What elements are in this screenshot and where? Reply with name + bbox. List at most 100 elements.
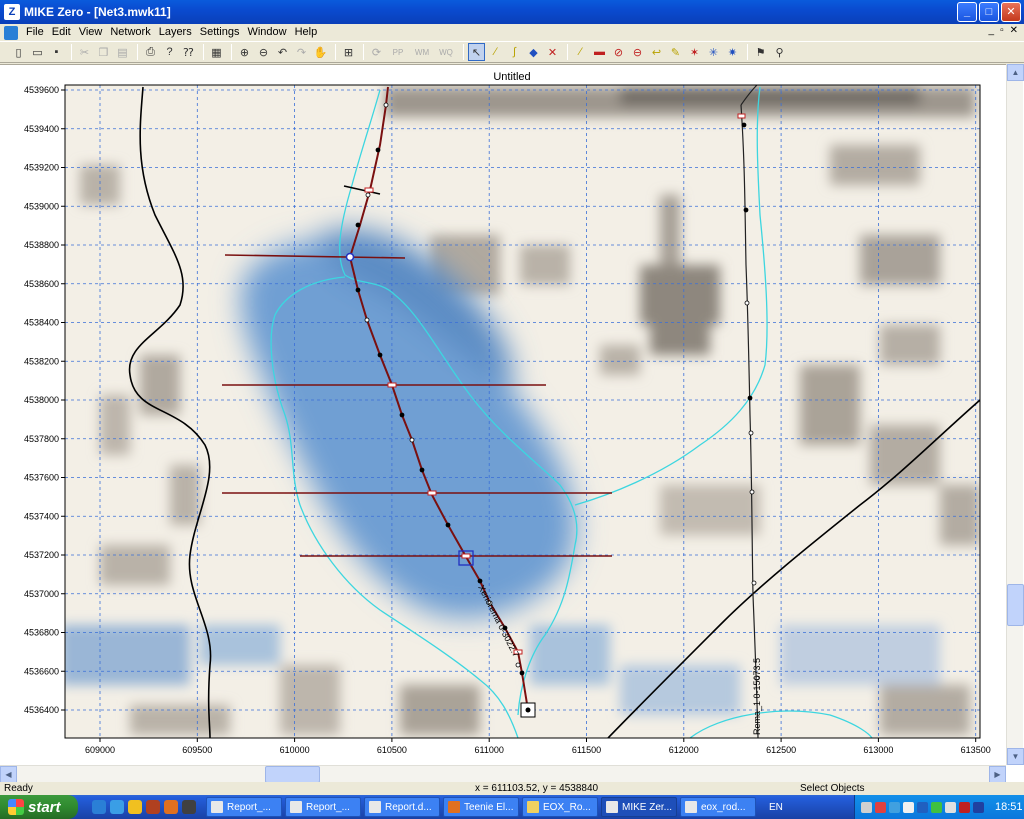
help-icon[interactable]: ? (161, 43, 178, 61)
copy-icon[interactable]: ❐ (95, 43, 112, 61)
menu-window[interactable]: Window (243, 24, 290, 41)
wq-button[interactable]: WQ (435, 43, 457, 61)
layers-icon[interactable]: ▦ (208, 43, 225, 61)
menu-layers[interactable]: Layers (155, 24, 196, 41)
y-axis-ticks: 4539600 4539400 4539200 4539000 4538800 45386… (24, 85, 65, 715)
tray-icon[interactable] (973, 801, 984, 813)
grid-icon[interactable]: ⊞ (340, 43, 357, 61)
link-icon[interactable]: ✎ (667, 43, 684, 61)
connect-branch-icon[interactable]: ∫ (506, 43, 523, 61)
language-indicator[interactable]: EN (769, 802, 783, 813)
horizontal-scroll-thumb[interactable] (265, 766, 320, 783)
tray-icon[interactable] (875, 801, 886, 813)
catchment-icon[interactable]: ✷ (724, 43, 741, 61)
pump-icon[interactable]: ✶ (686, 43, 703, 61)
vertical-scroll-thumb[interactable] (1007, 584, 1024, 626)
network-icon[interactable] (917, 801, 928, 813)
maximize-button[interactable]: □ (979, 2, 999, 22)
menu-help[interactable]: Help (291, 24, 322, 41)
y-tick-label: 4539000 (24, 201, 59, 211)
open-folder-icon[interactable]: ▭ (29, 43, 46, 61)
boundary-icon[interactable]: ↩ (648, 43, 665, 61)
scroll-left-icon[interactable]: ◀ (0, 766, 17, 783)
context-help-icon[interactable]: ⁇ (180, 43, 197, 61)
task-button[interactable]: Report.d... (364, 797, 440, 817)
save-icon[interactable]: ▪ (48, 43, 65, 61)
toolbar-separator (137, 44, 138, 60)
tray-icon[interactable] (903, 801, 914, 813)
toolbar-separator (463, 44, 464, 60)
split-branch-icon[interactable]: ◆ (525, 43, 542, 61)
task-button[interactable]: EOX_Ro... (522, 797, 598, 817)
scroll-down-icon[interactable]: ▼ (1007, 748, 1024, 765)
weir-icon[interactable]: ⊘ (610, 43, 627, 61)
quick-launch-icon[interactable] (182, 800, 196, 814)
print-icon[interactable]: ⎙ (142, 43, 159, 61)
task-button-active[interactable]: MIKE Zer... (601, 797, 677, 817)
task-button[interactable]: Teenie El... (443, 797, 519, 817)
toolbar-separator (363, 44, 364, 60)
quick-launch-icon[interactable] (128, 800, 142, 814)
tray-icon[interactable] (931, 801, 942, 813)
next-view-icon[interactable]: ↷ (293, 43, 310, 61)
binoculars-icon[interactable]: ⚲ (771, 43, 788, 61)
start-button[interactable]: start (0, 795, 78, 819)
tray-icon[interactable] (945, 801, 956, 813)
scroll-up-icon[interactable]: ▲ (1007, 64, 1024, 81)
structure-icon[interactable]: ▬ (591, 43, 608, 61)
toolbar-separator (567, 44, 568, 60)
cut-icon[interactable]: ✂ (76, 43, 93, 61)
title-bar[interactable]: Z MIKE Zero - [Net3.mwk11] _ □ ✕ (0, 0, 1024, 24)
calc-point (748, 430, 754, 436)
document-icon[interactable] (4, 25, 18, 40)
scroll-right-icon[interactable]: ▶ (989, 766, 1006, 783)
internet-explorer-icon[interactable] (110, 800, 124, 814)
culvert-icon[interactable]: ⊖ (629, 43, 646, 61)
tray-icon[interactable] (959, 801, 970, 813)
mdi-close-button[interactable]: ✕ (1010, 25, 1018, 36)
task-button[interactable]: Report_... (206, 797, 282, 817)
horizontal-scrollbar[interactable]: ◀ ▶ (0, 765, 1006, 783)
paste-icon[interactable]: ▤ (114, 43, 131, 61)
merge-branch-icon[interactable]: ✕ (544, 43, 561, 61)
branch-junction-node[interactable] (345, 252, 355, 262)
mdi-restore-button[interactable]: ▫ (1000, 25, 1004, 36)
menu-settings[interactable]: Settings (196, 24, 244, 41)
task-button[interactable]: eox_rod... (680, 797, 756, 817)
toolbar: ▯ ▭ ▪ ✂ ❐ ▤ ⎙ ? ⁇ ▦ ⊕ ⊖ ↶ ↷ ✋ ⊞ ⟳ PP WM … (0, 41, 1024, 63)
volume-icon[interactable] (861, 801, 872, 813)
quick-launch-icon[interactable] (92, 800, 106, 814)
menu-edit[interactable]: Edit (48, 24, 75, 41)
find-icon[interactable]: ⚑ (752, 43, 769, 61)
refresh-icon[interactable]: ⟳ (368, 43, 385, 61)
node-icon[interactable]: ✳ (705, 43, 722, 61)
pan-hand-icon[interactable]: ✋ (312, 43, 329, 61)
mdi-minimize-button[interactable]: _ (989, 25, 995, 36)
task-button[interactable]: Report_... (285, 797, 361, 817)
wm-button[interactable]: WM (411, 43, 433, 61)
close-button[interactable]: ✕ (1001, 2, 1021, 22)
x-tick-label: 611500 (572, 745, 601, 755)
draw-branch-icon[interactable]: ∕ (487, 43, 504, 61)
cross-section-icon[interactable]: ⁄ (572, 43, 589, 61)
menu-file[interactable]: File (22, 24, 48, 41)
vertical-scrollbar[interactable]: ▲ ▼ (1006, 64, 1024, 765)
zoom-in-icon[interactable]: ⊕ (236, 43, 253, 61)
pp-button[interactable]: PP (387, 43, 409, 61)
previous-view-icon[interactable]: ↶ (274, 43, 291, 61)
map-canvas[interactable]: Xeriorema 0-3022.7 Rema_1 0-15673.5 4539… (0, 65, 1006, 766)
calc-point (375, 147, 381, 153)
zoom-out-icon[interactable]: ⊖ (255, 43, 272, 61)
menu-view[interactable]: View (75, 24, 107, 41)
calc-point (747, 395, 753, 401)
y-tick-label: 4537400 (24, 511, 59, 521)
menu-network[interactable]: Network (106, 24, 154, 41)
minimize-button[interactable]: _ (957, 2, 977, 22)
new-file-icon[interactable]: ▯ (10, 43, 27, 61)
quick-launch-icon[interactable] (146, 800, 160, 814)
document-title: Untitled (493, 71, 531, 83)
select-arrow-icon[interactable]: ↖ (468, 43, 485, 61)
firefox-icon[interactable] (164, 800, 178, 814)
tray-icon[interactable] (889, 801, 900, 813)
calc-point (515, 662, 521, 668)
